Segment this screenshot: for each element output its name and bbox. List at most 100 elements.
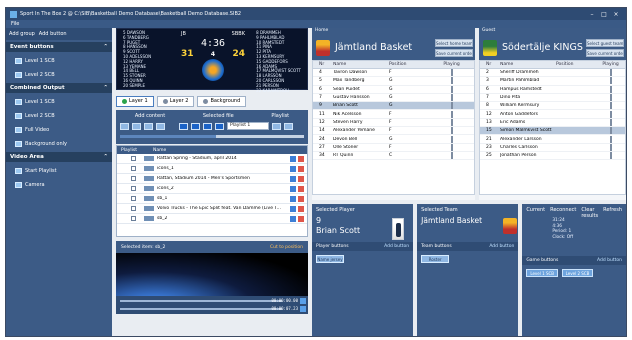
- minimize-icon[interactable]: –: [586, 11, 598, 18]
- name-jersey-button[interactable]: Name jersey: [316, 255, 344, 263]
- playing-checkbox[interactable]: [450, 118, 453, 126]
- playing-checkbox[interactable]: [609, 127, 612, 135]
- edit-icon[interactable]: [290, 155, 296, 162]
- sidebar-button-level2[interactable]: Level 2 SCB: [12, 69, 106, 80]
- playing-checkbox[interactable]: [609, 77, 612, 85]
- playlist-row[interactable]: sb_2: [117, 214, 307, 224]
- player-row[interactable]: 3 Martin Pahlmblad: [480, 77, 625, 86]
- sidebar-button-level1[interactable]: Level 1 SCB: [12, 55, 106, 66]
- player-row[interactable]: 5 Max Tandberg G: [313, 77, 474, 86]
- tab-refresh[interactable]: Refresh: [603, 207, 622, 219]
- checkbox[interactable]: [131, 176, 136, 181]
- playlist-row[interactable]: Rattan, Stadium 2014 - Men's Sportsmen: [117, 174, 307, 184]
- seek-bar[interactable]: [120, 135, 304, 138]
- add-video-icon[interactable]: [120, 122, 129, 130]
- save-guest-order-button[interactable]: Save current order: [586, 48, 624, 57]
- camera-button[interactable]: Camera: [12, 179, 106, 190]
- add-player-button[interactable]: Add button: [384, 244, 409, 249]
- collapse-icon[interactable]: ⌃: [103, 44, 108, 50]
- level2-scb-button[interactable]: Level 2 SCB: [561, 269, 594, 277]
- timeline-track-2[interactable]: [120, 308, 282, 310]
- delete-icon[interactable]: [298, 175, 304, 182]
- add-camera-icon[interactable]: [156, 122, 165, 130]
- playlist-add-icon[interactable]: [272, 122, 281, 130]
- playing-checkbox[interactable]: [450, 152, 453, 160]
- player-row[interactable]: 25 Jonathan Person: [480, 152, 625, 161]
- select-guest-team-button[interactable]: Select guest team: [586, 38, 624, 47]
- add-team-button[interactable]: Add button: [489, 244, 514, 249]
- tab-layer-2[interactable]: Layer 2: [156, 95, 195, 107]
- player-row[interactable]: 4 Tavron Dawson F: [313, 69, 474, 78]
- playlist-row[interactable]: Volvo Trucks - The Epic Split feat. Van …: [117, 204, 307, 214]
- checkbox[interactable]: [131, 156, 136, 161]
- tab-layer-1[interactable]: Layer 1: [116, 95, 154, 107]
- player-row[interactable]: 6 Hampus Ramstedt: [480, 85, 625, 94]
- add-group-button[interactable]: Add group: [9, 31, 35, 37]
- checkbox[interactable]: [131, 166, 136, 171]
- player-row[interactable]: 27 Olle Stoner F: [313, 143, 474, 152]
- output-button-background[interactable]: Background only: [12, 138, 106, 149]
- edit-icon[interactable]: [290, 195, 296, 202]
- playlist-select[interactable]: Playlist 1: [227, 122, 269, 130]
- playing-checkbox[interactable]: [450, 143, 453, 151]
- player-row[interactable]: 15 Simon Malmkvist Scott: [480, 127, 625, 136]
- select-home-team-button[interactable]: Select home team: [435, 38, 473, 47]
- play-icon[interactable]: [179, 122, 188, 130]
- save-home-order-button[interactable]: Save current order: [435, 48, 473, 57]
- edit-icon[interactable]: [290, 205, 296, 212]
- checkbox[interactable]: [131, 216, 136, 221]
- playlist-row[interactable]: icons_2: [117, 184, 307, 194]
- section-combined-output[interactable]: Combined Output ⌃: [6, 83, 112, 93]
- player-row[interactable]: 11 Nik Acelsson F: [313, 110, 474, 119]
- player-row[interactable]: 2 Sheriff Drammeh: [480, 69, 625, 78]
- playing-checkbox[interactable]: [450, 110, 453, 118]
- tab-current[interactable]: Current: [526, 207, 545, 219]
- player-row[interactable]: 7 Gustav Hansson G: [313, 94, 474, 103]
- player-row[interactable]: 14 Alexander Yemane F: [313, 127, 474, 136]
- player-row[interactable]: 21 Alexander Larsson: [480, 135, 625, 144]
- playing-checkbox[interactable]: [609, 94, 612, 102]
- roster-button[interactable]: Roster: [421, 255, 450, 263]
- add-scoreboard-icon[interactable]: [144, 122, 153, 130]
- level1-scb-button[interactable]: Level 1 SCB: [526, 269, 559, 277]
- playing-checkbox[interactable]: [450, 94, 453, 102]
- playing-checkbox[interactable]: [609, 69, 612, 77]
- edit-icon[interactable]: [290, 185, 296, 192]
- playing-checkbox[interactable]: [450, 135, 453, 143]
- output-button-full-video[interactable]: Full Video: [12, 124, 106, 135]
- delete-icon[interactable]: [298, 185, 304, 192]
- player-row[interactable]: 24 Devon Bell G: [313, 135, 474, 144]
- playing-checkbox[interactable]: [450, 69, 453, 77]
- playing-checkbox[interactable]: [450, 102, 453, 110]
- tab-background[interactable]: Background: [197, 95, 247, 107]
- menu-file[interactable]: File: [11, 21, 19, 27]
- playing-checkbox[interactable]: [450, 127, 453, 135]
- start-playlist-button[interactable]: Start Playlist: [12, 165, 106, 176]
- playing-checkbox[interactable]: [609, 135, 612, 143]
- collapse-icon[interactable]: ⌃: [103, 85, 108, 91]
- playing-checkbox[interactable]: [450, 77, 453, 85]
- section-video-area[interactable]: Video Area ⌃: [6, 152, 112, 162]
- delete-icon[interactable]: [298, 155, 304, 162]
- playing-checkbox[interactable]: [609, 110, 612, 118]
- pause-icon[interactable]: [191, 122, 200, 130]
- player-row[interactable]: 34 RT Quinn C: [313, 152, 474, 161]
- play-icon[interactable]: [300, 306, 306, 312]
- playing-checkbox[interactable]: [609, 118, 612, 126]
- playing-checkbox[interactable]: [609, 85, 612, 93]
- player-row[interactable]: 23 Charles Carlsson: [480, 143, 625, 152]
- playlist-row[interactable]: sb_1: [117, 194, 307, 204]
- checkbox[interactable]: [131, 186, 136, 191]
- play-icon[interactable]: [300, 298, 306, 304]
- cut-to-position-button[interactable]: Cut to position: [270, 245, 303, 250]
- checkbox[interactable]: [131, 206, 136, 211]
- close-icon[interactable]: ×: [610, 11, 622, 18]
- playlist-remove-icon[interactable]: [284, 122, 293, 130]
- playing-checkbox[interactable]: [609, 143, 612, 151]
- player-row[interactable]: 7 Dino Pita: [480, 94, 625, 103]
- player-row[interactable]: 6 Sean Puidet G: [313, 85, 474, 94]
- output-button-level1[interactable]: Level 1 SCB: [12, 96, 106, 107]
- edit-icon[interactable]: [290, 175, 296, 182]
- output-button-level2[interactable]: Level 2 SCB: [12, 110, 106, 121]
- playing-checkbox[interactable]: [450, 85, 453, 93]
